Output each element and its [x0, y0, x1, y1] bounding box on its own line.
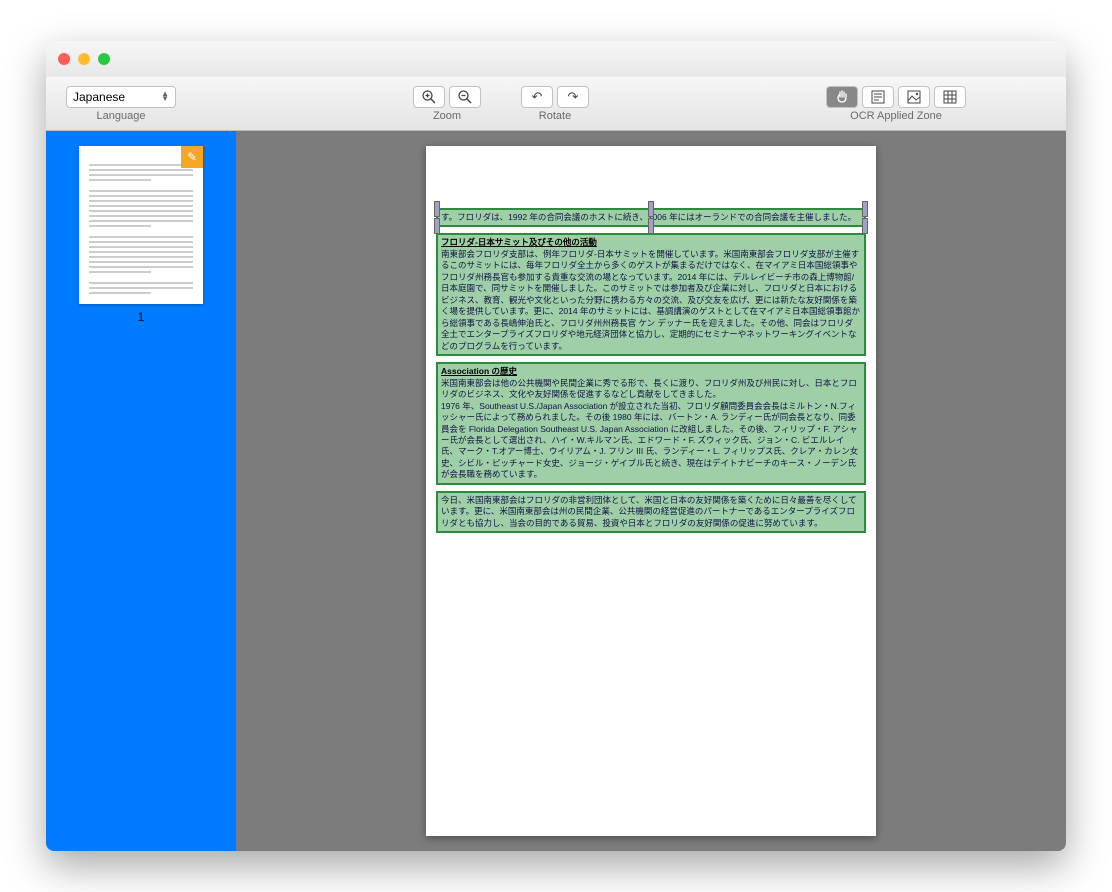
ocr-zone-text-button[interactable]: [862, 86, 894, 108]
content-area: ✎ 1: [46, 131, 1066, 851]
rotate-right-icon: ↷: [568, 89, 579, 105]
ocr-zone[interactable]: す。フロリダは、1992 年の合同会議のホストに続き、2006 年にはオーランド…: [436, 208, 866, 227]
zone-text: 今日、米国南東部会はフロリダの非営利団体として、米国と日本の友好関係を築くために…: [441, 495, 857, 528]
thumbnail-preview: [89, 164, 193, 294]
ocr-zone-image-button[interactable]: [898, 86, 930, 108]
document-page: す。フロリダは、1992 年の合同会議のホストに続き、2006 年にはオーランド…: [426, 146, 876, 836]
rotate-group: ↶ ↷ Rotate: [521, 86, 589, 122]
resize-handle[interactable]: [862, 218, 868, 234]
page-number-label: 1: [138, 310, 145, 324]
ocr-zone-table-button[interactable]: [934, 86, 966, 108]
chevron-updown-icon: ▲▼: [161, 92, 169, 102]
text-zone-icon: [870, 89, 886, 105]
resize-handle[interactable]: [648, 201, 654, 217]
ocr-zone[interactable]: 今日、米国南東部会はフロリダの非営利団体として、米国と日本の友好関係を築くために…: [436, 491, 866, 533]
thumbnail-sidebar: ✎ 1: [46, 131, 236, 851]
page-thumbnail[interactable]: ✎: [79, 146, 203, 304]
zone-title: フロリダ-日本サミット及びその他の活動: [441, 237, 597, 247]
ocr-zone-label: OCR Applied Zone: [850, 110, 942, 122]
window-controls: [58, 53, 110, 65]
zone-text: 米国南東部会は他の公共機関や民間企業に秀でる形で、長くに渡り、フロリダ州及び州民…: [441, 378, 858, 480]
table-zone-icon: [942, 89, 958, 105]
ocr-zone-group: OCR Applied Zone: [826, 86, 966, 122]
rotate-left-icon: ↶: [532, 89, 543, 105]
resize-handle[interactable]: [434, 201, 440, 217]
image-zone-icon: [906, 89, 922, 105]
zoom-out-icon: [457, 89, 473, 105]
resize-handle[interactable]: [648, 218, 654, 234]
zone-text: 南東部会フロリダ支部は、例年フロリダ-日本サミットを開催しています。米国南東部会…: [441, 249, 860, 351]
zoom-out-button[interactable]: [449, 86, 481, 108]
zoom-label: Zoom: [433, 110, 461, 122]
minimize-window-button[interactable]: [78, 53, 90, 65]
resize-handle[interactable]: [434, 218, 440, 234]
toolbar: Japanese ▲▼ Language Zoom: [46, 77, 1066, 131]
titlebar: [46, 41, 1066, 77]
zoom-window-button[interactable]: [98, 53, 110, 65]
language-select[interactable]: Japanese ▲▼: [66, 86, 176, 108]
language-label: Language: [97, 110, 146, 122]
zoom-group: Zoom: [413, 86, 481, 122]
zoom-in-button[interactable]: [413, 86, 445, 108]
edit-badge-icon: ✎: [181, 146, 203, 168]
ocr-zone[interactable]: Association の歴史米国南東部会は他の公共機関や民間企業に秀でる形で、…: [436, 362, 866, 485]
ocr-zone-select-button[interactable]: [826, 86, 858, 108]
resize-handle[interactable]: [862, 201, 868, 217]
zoom-in-icon: [421, 89, 437, 105]
rotate-right-button[interactable]: ↷: [557, 86, 589, 108]
ocr-zone[interactable]: フロリダ-日本サミット及びその他の活動南東部会フロリダ支部は、例年フロリダ-日本…: [436, 233, 866, 356]
language-value: Japanese: [73, 90, 125, 104]
rotate-left-button[interactable]: ↶: [521, 86, 553, 108]
app-window: Japanese ▲▼ Language Zoom: [46, 41, 1066, 851]
document-canvas[interactable]: す。フロリダは、1992 年の合同会議のホストに続き、2006 年にはオーランド…: [236, 131, 1066, 851]
rotate-label: Rotate: [539, 110, 571, 122]
zone-title: Association の歴史: [441, 366, 517, 376]
language-group: Japanese ▲▼ Language: [66, 86, 176, 122]
close-window-button[interactable]: [58, 53, 70, 65]
hand-icon: [834, 89, 850, 105]
